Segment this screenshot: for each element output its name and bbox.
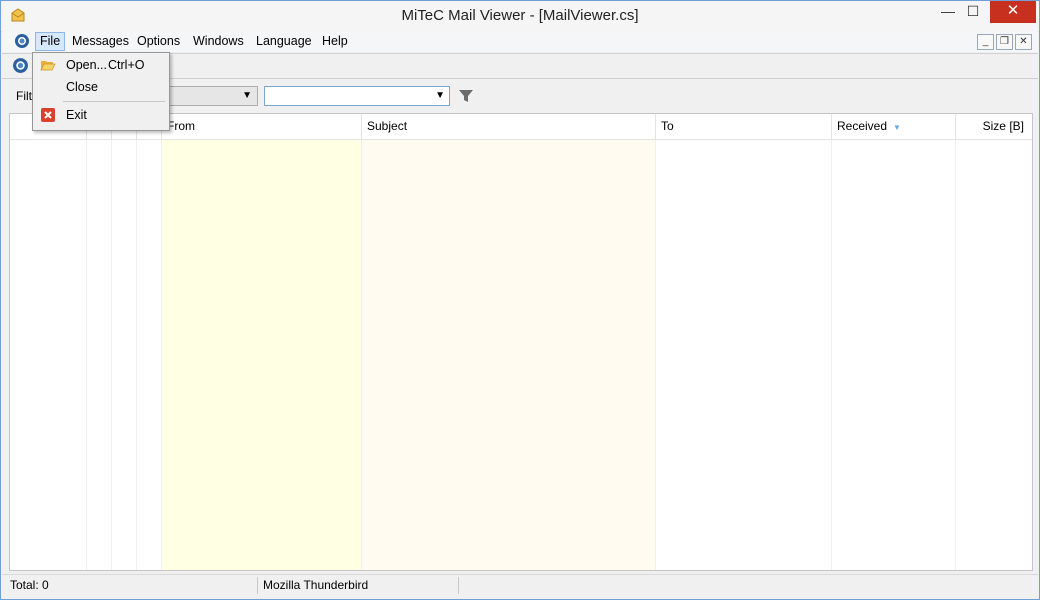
- column-body-from: [162, 140, 362, 570]
- menu-language[interactable]: Language: [252, 33, 316, 50]
- column-body-attachment: [87, 140, 112, 570]
- column-body-to: [656, 140, 832, 570]
- chevron-down-icon: ▼: [242, 90, 252, 101]
- filter-field-combo[interactable]: y ▼: [157, 86, 258, 106]
- minimize-button[interactable]: —: [937, 1, 959, 23]
- column-body-status: [137, 140, 162, 570]
- thunderbird-icon[interactable]: [12, 57, 29, 74]
- menu-windows[interactable]: Windows: [189, 33, 248, 50]
- column-body-priority: [112, 140, 137, 570]
- menu-item-close-label: Close: [66, 80, 98, 94]
- message-grid[interactable]: From Subject To Received ▼ Size [B]: [9, 113, 1033, 571]
- column-body-size: [956, 140, 1032, 570]
- menu-item-open-shortcut: Ctrl+O: [108, 58, 145, 72]
- column-header-received-label: Received: [837, 119, 888, 133]
- column-header-from[interactable]: From: [162, 114, 362, 139]
- maximize-button[interactable]: ☐: [961, 1, 985, 23]
- menu-help[interactable]: Help: [318, 33, 352, 50]
- sort-descending-icon: ▼: [893, 123, 901, 132]
- title-bar[interactable]: MiTeC Mail Viewer - [MailViewer.cs] — ☐ …: [1, 1, 1039, 32]
- column-body-received: [832, 140, 956, 570]
- exit-icon: [41, 108, 55, 122]
- column-header-size[interactable]: Size [B]: [956, 114, 1032, 139]
- column-body-flags: [10, 140, 87, 570]
- chevron-down-icon: ▼: [435, 90, 445, 101]
- column-body-subject: [362, 140, 656, 570]
- mdi-minimize-button[interactable]: _: [977, 34, 994, 50]
- app-window: MiTeC Mail Viewer - [MailViewer.cs] — ☐ …: [0, 0, 1040, 600]
- menu-item-close[interactable]: Close: [33, 76, 167, 98]
- funnel-icon[interactable]: [458, 88, 474, 104]
- menu-options[interactable]: Options: [133, 33, 184, 50]
- menu-item-open-label: Open...: [66, 58, 107, 72]
- status-bar: Total: 0 Mozilla Thunderbird: [2, 574, 1038, 597]
- menu-messages[interactable]: Messages: [68, 33, 133, 50]
- folder-open-icon: [40, 61, 56, 71]
- mdi-restore-button[interactable]: ❐: [996, 34, 1013, 50]
- status-client: Mozilla Thunderbird: [258, 577, 459, 594]
- filter-text-input[interactable]: ▼: [264, 86, 450, 106]
- column-header-subject[interactable]: Subject: [362, 114, 656, 139]
- column-header-to[interactable]: To: [656, 114, 832, 139]
- column-header-received[interactable]: Received ▼: [832, 114, 956, 139]
- menu-item-open[interactable]: Open... Ctrl+O: [33, 54, 167, 76]
- menu-separator: [63, 101, 165, 102]
- menu-bar: File Messages Options Windows Language H…: [2, 31, 1038, 52]
- menu-file[interactable]: File: [35, 32, 66, 51]
- close-button[interactable]: ✕: [990, 1, 1036, 23]
- thunderbird-icon[interactable]: [14, 33, 30, 49]
- status-total: Total: 0: [2, 577, 258, 594]
- mdi-close-button[interactable]: ✕: [1015, 34, 1032, 50]
- menu-item-exit[interactable]: Exit: [33, 104, 167, 126]
- window-title: MiTeC Mail Viewer - [MailViewer.cs]: [401, 7, 639, 24]
- menu-item-exit-label: Exit: [66, 108, 87, 122]
- file-menu-dropdown: Open... Ctrl+O Close Exit: [32, 52, 170, 131]
